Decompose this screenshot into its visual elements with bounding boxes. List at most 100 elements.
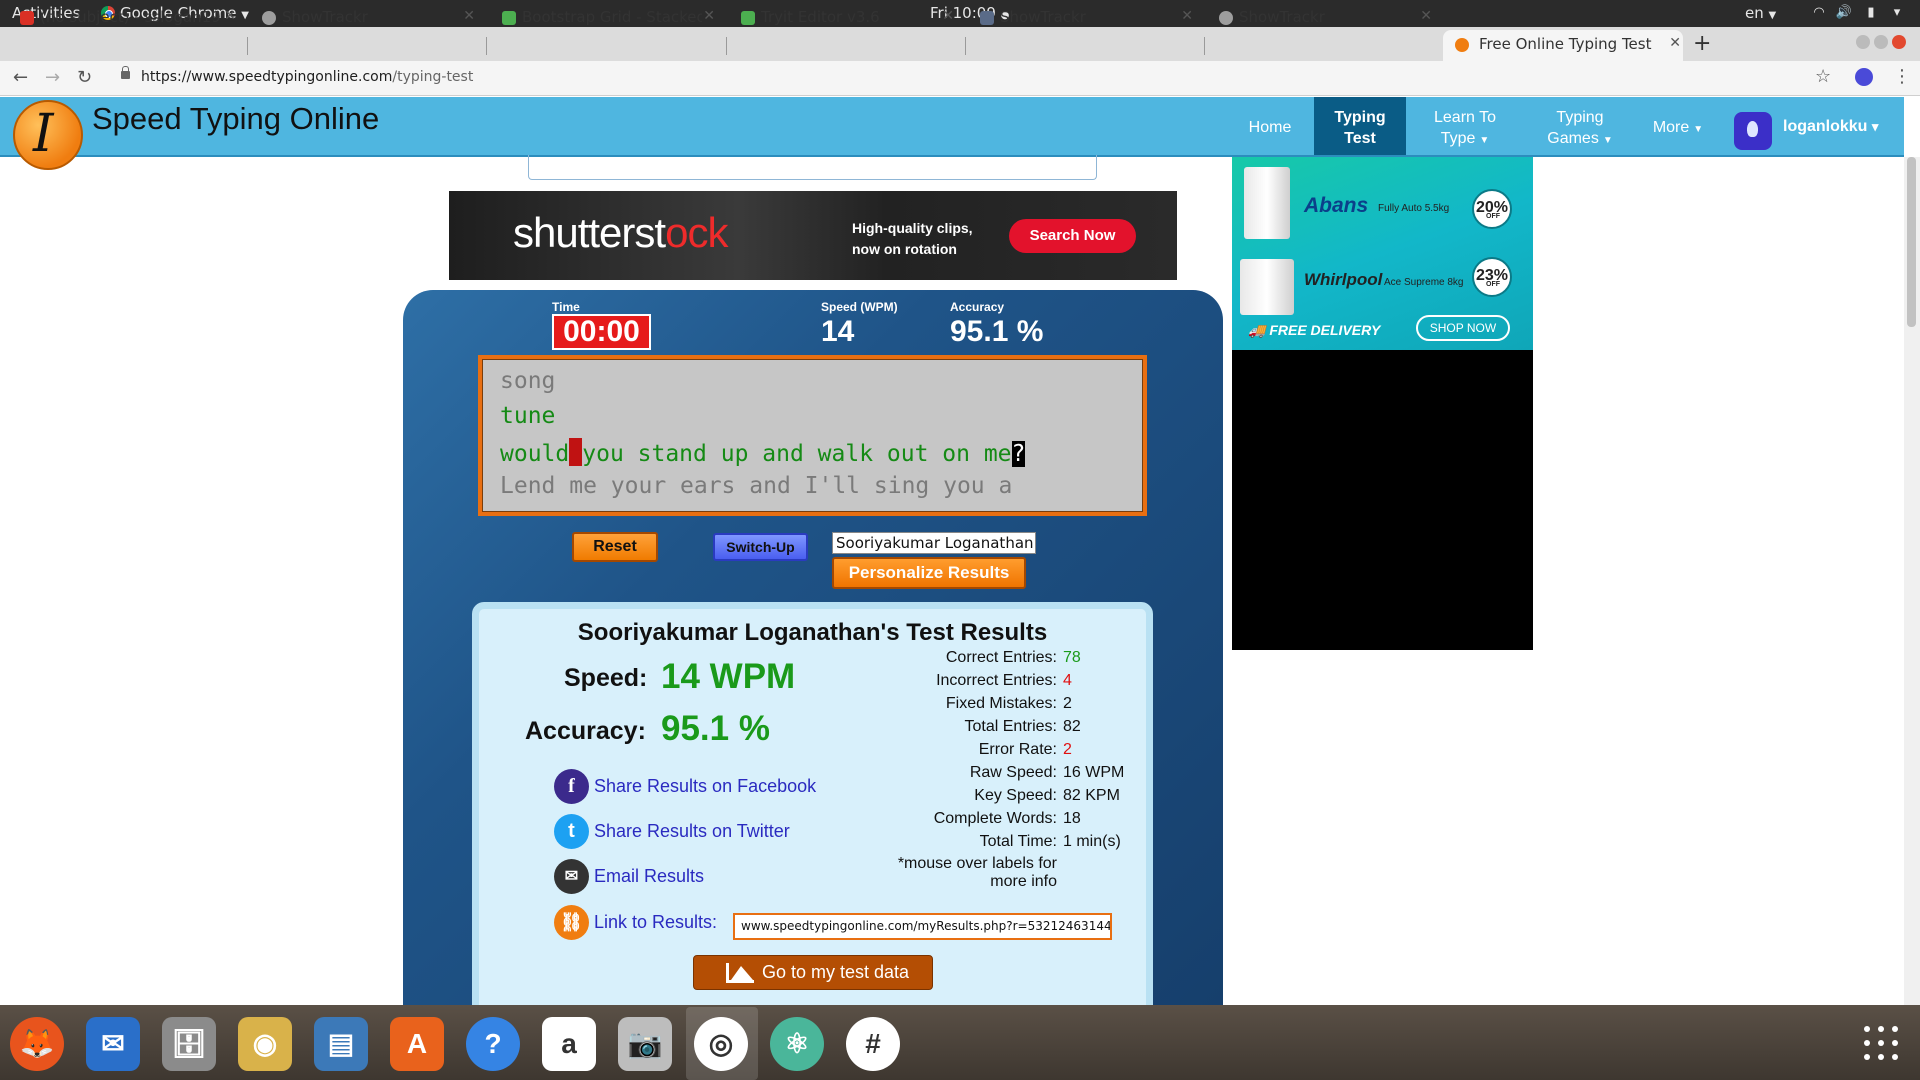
back-arrow-icon[interactable]: ← — [13, 67, 28, 88]
stat-label-raw-speed[interactable]: Raw Speed: — [847, 764, 1057, 782]
close-icon[interactable]: ✕ — [1420, 8, 1432, 24]
personalize-results-button[interactable]: Personalize Results — [832, 557, 1026, 589]
stat-value-total-time: 1 min(s) — [1063, 833, 1121, 850]
accuracy-result-label[interactable]: Accuracy: — [525, 717, 646, 746]
close-icon[interactable]: ✕ — [463, 8, 475, 24]
slack-icon[interactable]: # — [846, 1017, 900, 1071]
battery-icon[interactable]: ▮ — [1862, 5, 1880, 21]
nav-typing-test[interactable]: Typing Test — [1314, 97, 1406, 155]
close-icon[interactable]: ✕ — [1181, 8, 1193, 24]
stat-label-complete-words[interactable]: Complete Words: — [847, 810, 1057, 828]
tab-typing-test[interactable]: Free Online Typing Test - S ✕ — [1443, 30, 1683, 61]
stat-label-fixed-mistakes[interactable]: Fixed Mistakes: — [847, 695, 1057, 713]
close-icon[interactable]: ✕ — [703, 8, 715, 24]
close-icon[interactable]: ✕ — [224, 8, 236, 24]
forward-arrow-icon[interactable]: → — [45, 67, 60, 88]
speed-value: 14 — [821, 315, 855, 348]
document-icon — [980, 11, 994, 25]
close-icon[interactable]: ✕ — [1669, 35, 1681, 51]
tagline-line-1: High-quality clips, — [852, 220, 973, 236]
stat-label-key-speed[interactable]: Key Speed: — [847, 787, 1057, 805]
rhythmbox-icon[interactable]: ◉ — [238, 1017, 292, 1071]
tab-showtrackr-2[interactable]: ShowTrackr ✕ — [980, 3, 1195, 34]
chevron-down-icon: ▼ — [1768, 10, 1777, 21]
nav-more[interactable]: More ▼ — [1646, 97, 1710, 155]
firefox-icon[interactable]: 🦊 — [10, 1017, 64, 1071]
stat-label-total-entries[interactable]: Total Entries: — [847, 718, 1057, 736]
stat-value-raw-speed: 16 WPM — [1063, 764, 1125, 781]
nav-learn-to-type[interactable]: Learn To Type ▼ — [1420, 97, 1510, 155]
typing-text-area[interactable]: song tune would you stand up and walk out… — [478, 355, 1147, 516]
search-now-button[interactable]: Search Now — [1009, 219, 1136, 253]
w3-icon — [502, 11, 516, 25]
tab-tryit-editor[interactable]: Tryit Editor v3.6 ✕ — [741, 3, 956, 34]
help-icon[interactable]: ? — [466, 1017, 520, 1071]
stat-value-fixed-mistakes: 2 — [1063, 695, 1072, 712]
appliance-ad[interactable]: Abans Fully Auto 5.5kg 20% OFF Whirlpool … — [1232, 157, 1533, 350]
grid-dot — [1878, 1026, 1884, 1032]
speedtyping-icon — [1455, 38, 1469, 52]
name-input[interactable]: Sooriyakumar Loganathan — [832, 532, 1036, 554]
reload-icon[interactable]: ↻ — [77, 67, 92, 88]
switch-up-button[interactable]: Switch-Up — [713, 533, 808, 561]
typed-word: would — [500, 441, 570, 467]
results-title: Sooriyakumar Loganathan's Test Results — [577, 619, 1048, 646]
site-logo[interactable]: I — [13, 100, 83, 170]
tab-bootstrap-grid[interactable]: Bootstrap Grid - Stacked- ✕ — [502, 3, 717, 34]
chrome-icon[interactable]: ◎ — [694, 1017, 748, 1071]
go-to-test-data-button[interactable]: Go to my test data — [693, 955, 933, 990]
shutterstock-ad[interactable]: shutterstock High-quality clips, now on r… — [449, 191, 1177, 280]
lock-icon[interactable] — [121, 66, 130, 79]
screenshot-icon[interactable]: 📷 — [618, 1017, 672, 1071]
tab-showtrackr-3[interactable]: ShowTrackr ✕ — [1219, 3, 1434, 34]
url-bar[interactable]: https://www.speedtypingonline.com/typing… — [141, 69, 473, 85]
close-window-button[interactable] — [1892, 35, 1906, 49]
stat-label-incorrect-entries[interactable]: Incorrect Entries: — [847, 672, 1057, 690]
tab-showtrackr-1[interactable]: ShowTrackr ✕ — [262, 3, 477, 34]
tab-gmail[interactable]: (no subject) - sslogan199 ✕ — [20, 3, 238, 34]
scrollbar-thumb[interactable] — [1907, 157, 1916, 327]
grid-dot — [1878, 1040, 1884, 1046]
bookmark-star-icon[interactable]: ☆ — [1815, 66, 1831, 87]
chrome-menu-icon[interactable]: ⋮ — [1893, 66, 1911, 87]
power-menu-icon[interactable]: ▾ — [1888, 5, 1906, 21]
wifi-icon[interactable]: ◠ — [1810, 5, 1828, 21]
site-title[interactable]: Speed Typing Online — [92, 101, 379, 137]
volume-icon[interactable]: 🔊 — [1835, 5, 1853, 21]
shutterstock-logo: shutterstock — [513, 209, 728, 257]
libreoffice-impress-icon[interactable]: ▤ — [314, 1017, 368, 1071]
stat-label-total-time[interactable]: Total Time: — [847, 833, 1057, 851]
files-icon[interactable]: 🗄 — [162, 1017, 216, 1071]
thunderbird-icon[interactable]: ✉ — [86, 1017, 140, 1071]
language-indicator[interactable]: en ▼ — [1745, 4, 1776, 22]
user-menu[interactable]: loganlokku ▾ — [1783, 118, 1878, 136]
share-facebook-label: Share Results on Facebook — [594, 776, 817, 796]
reset-button[interactable]: Reset — [572, 532, 658, 562]
grid-dot — [1892, 1054, 1898, 1060]
minimize-button[interactable] — [1856, 35, 1870, 49]
text-line-1: song — [500, 368, 556, 394]
stat-value-complete-words: 18 — [1063, 810, 1081, 827]
maximize-button[interactable] — [1874, 35, 1888, 49]
show-applications-icon[interactable] — [1864, 1026, 1900, 1062]
stat-label-error-rate[interactable]: Error Rate: — [847, 741, 1057, 759]
results-link-field[interactable]: www.speedtypingonline.com/myResults.php?… — [733, 913, 1112, 940]
nav-home[interactable]: Home — [1240, 97, 1300, 155]
tab-separator — [726, 37, 727, 55]
note-line-1: *mouse over labels for — [897, 855, 1057, 872]
shop-now-button[interactable]: SHOP NOW — [1416, 315, 1510, 341]
software-center-icon[interactable]: A — [390, 1017, 444, 1071]
user-avatar[interactable] — [1734, 112, 1772, 150]
amazon-icon[interactable]: a — [542, 1017, 596, 1071]
tab-separator — [1204, 37, 1205, 55]
ad-tagline: High-quality clips, now on rotation — [852, 218, 973, 260]
close-icon[interactable]: ✕ — [942, 8, 954, 24]
nav-typing-games[interactable]: Typing Games ▼ — [1540, 97, 1620, 155]
atom-icon[interactable]: ⚛ — [770, 1017, 824, 1071]
mouse-over-note: *mouse over labels for more info — [847, 855, 1057, 891]
stat-label-correct-entries[interactable]: Correct Entries: — [847, 649, 1057, 667]
speed-result-label[interactable]: Speed: — [564, 664, 647, 693]
new-tab-button[interactable]: + — [1693, 31, 1711, 56]
extension-icon[interactable] — [1855, 68, 1873, 86]
page-scrollbar[interactable] — [1904, 157, 1920, 1005]
